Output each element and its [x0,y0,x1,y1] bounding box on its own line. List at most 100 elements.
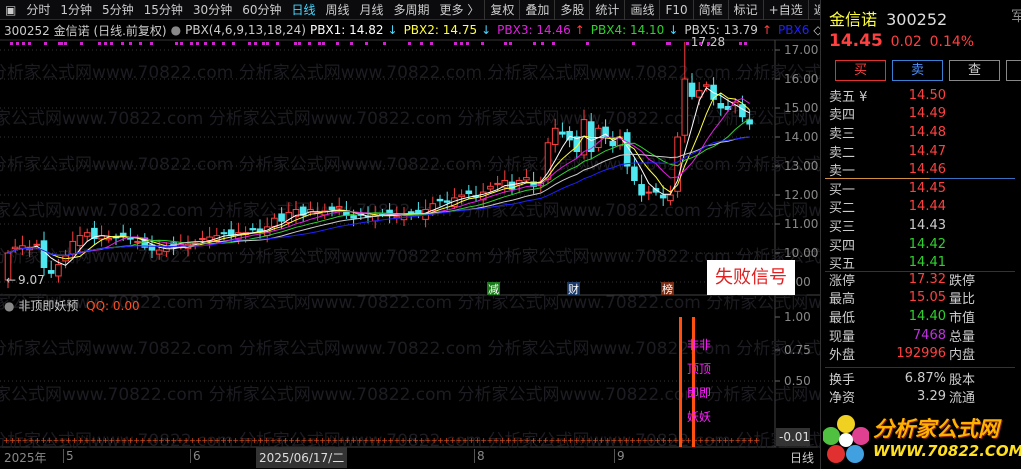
pbx-value: PBX1: 14.82 [309,23,384,37]
toolbar-item[interactable]: 月线 [355,1,389,18]
candle-body [695,90,703,98]
candle-body [407,211,415,214]
toolbar-item[interactable]: 1分钟 [55,1,97,18]
row-value: 14.42 [908,236,946,252]
y-tick-label: 14.00 [784,130,818,144]
toolbar-item[interactable]: 画线 [625,1,659,18]
indicator-name[interactable]: PBX(4,6,9,13,18,24) [185,23,306,37]
toolbar-item[interactable]: 复权 [485,1,519,18]
stats-row: 最高 15.05 量比 [821,289,1021,307]
collapse-icon[interactable]: ● [4,299,14,313]
row-value: 14.41 [908,255,946,271]
site-logo: 分析家公式网 WWW.70822.COM [821,410,1021,469]
signal-marker [276,42,279,45]
toolbar-item[interactable]: 多股 [555,1,589,18]
flower-logo-icon [823,415,869,463]
signal-marker [60,42,63,45]
date-aug: 8 [474,449,485,463]
toolbar-item[interactable]: 分时 [21,1,55,18]
qq-value: QQ: 0.00 [86,299,140,313]
date-jun: 6 [190,449,201,463]
row-value: 14.45 [908,180,946,196]
signal-text: 非非 顶顶 即即 妖妖 [687,333,711,429]
candle-body [278,213,285,222]
signal-marker [16,42,19,45]
stock-title: 300252 金信诺 (日线.前复权) [4,23,167,38]
ask-list: 卖五 ¥ 14.50 卖四 14.49 卖三 14.48 卖二 14.47 卖一 14.46 [821,86,1021,179]
candle-body [681,78,689,136]
row-value: 14.43 [908,217,946,233]
candle-body [667,194,674,202]
toolbar-item[interactable]: 周线 [321,1,355,18]
bids-row: 买一 14.45 [821,179,1021,198]
toolbar-item[interactable]: 标记 [729,1,763,18]
signal-char: 顶顶 [687,362,712,376]
signal-marker [466,42,469,45]
more-button[interactable] [1006,60,1021,81]
signal-marker [632,42,635,45]
candle-body [105,238,113,241]
toolbar-item[interactable]: F10 [660,3,692,17]
pbx-value: PBX3: 14.46 [497,23,571,37]
pbx-value: PBX6 [778,23,810,37]
cut-text: 军 [1011,9,1021,25]
toolbar-item[interactable]: 简框 [694,1,728,18]
candle-body [523,177,530,181]
candle-body [47,270,55,274]
toolbar-item[interactable]: 30分钟 [188,1,237,18]
candle-body [328,206,336,210]
toolbar-item[interactable]: 15分钟 [139,1,188,18]
trend-arrow-icon: ↑ [761,23,772,37]
sub-indicator-title[interactable]: 非顶即妖预 [18,299,78,313]
toolbar-item[interactable]: +自选 [764,1,808,18]
row-label: 买一 [829,182,856,198]
toolbar-item[interactable]: 多周期 [389,1,435,18]
signal-marker [686,42,689,45]
event-tag-label: 减 [488,283,499,296]
signal-marker [383,42,386,45]
candle-body [559,131,566,135]
stock-name: 金信诺 [829,10,878,29]
signal-marker [44,42,47,45]
row-value: 192996 [896,346,946,362]
candle-body [458,194,465,198]
pbx-value: PBX2: 14.75 [403,23,478,37]
row-value: 17.32 [908,271,946,287]
toolbar-item[interactable]: 日线 [286,1,320,18]
signal-marker [454,42,457,45]
trend-arrow-icon: ↓ [668,23,679,37]
row-value: 7468 [912,327,946,343]
signal-marker [190,42,193,45]
y-tick-label: 17.00 [784,43,818,57]
collapse-icon[interactable]: ● [171,23,181,37]
asks-row: 卖四 14.49 [821,105,1021,123]
toolbar-item[interactable]: 更多 〉 [435,1,485,18]
candle-body [350,215,357,219]
candle-body [443,200,451,203]
price-change: 0.02 [890,34,922,50]
signal-marker [420,42,423,45]
signal-marker [294,42,297,45]
candle-body [249,228,257,231]
candle-body [127,237,134,240]
stock-code: 300252 [886,10,948,29]
asks-row: 卖五 ¥ 14.50 [821,86,1021,105]
stats-row: 现量 7468 总量 [821,326,1021,345]
sub-y-tick-label: 1.00 [784,310,811,324]
query-button[interactable]: 查 [949,60,1000,81]
sell-button[interactable]: 卖 [892,60,943,81]
toolbar-item[interactable]: 叠加 [520,1,554,18]
buy-button[interactable]: 买 [835,60,886,81]
stats-row: 涨停 17.32 跌停 [821,270,1021,289]
toolbar-item[interactable]: 5分钟 [97,1,139,18]
date-year: 2025年 [4,451,47,465]
layout-icon[interactable]: ▣ [0,3,21,17]
candle-body [40,240,48,269]
candle-body [638,184,645,196]
row-value: 14.50 [908,87,946,103]
asks-row: 卖二 14.47 [821,142,1021,161]
toolbar-item[interactable]: 60分钟 [237,1,286,18]
toolbar-item[interactable]: 统计 [590,1,624,18]
signal-marker [10,42,13,45]
pbx-value: PBX4: 14.10 [590,23,665,37]
